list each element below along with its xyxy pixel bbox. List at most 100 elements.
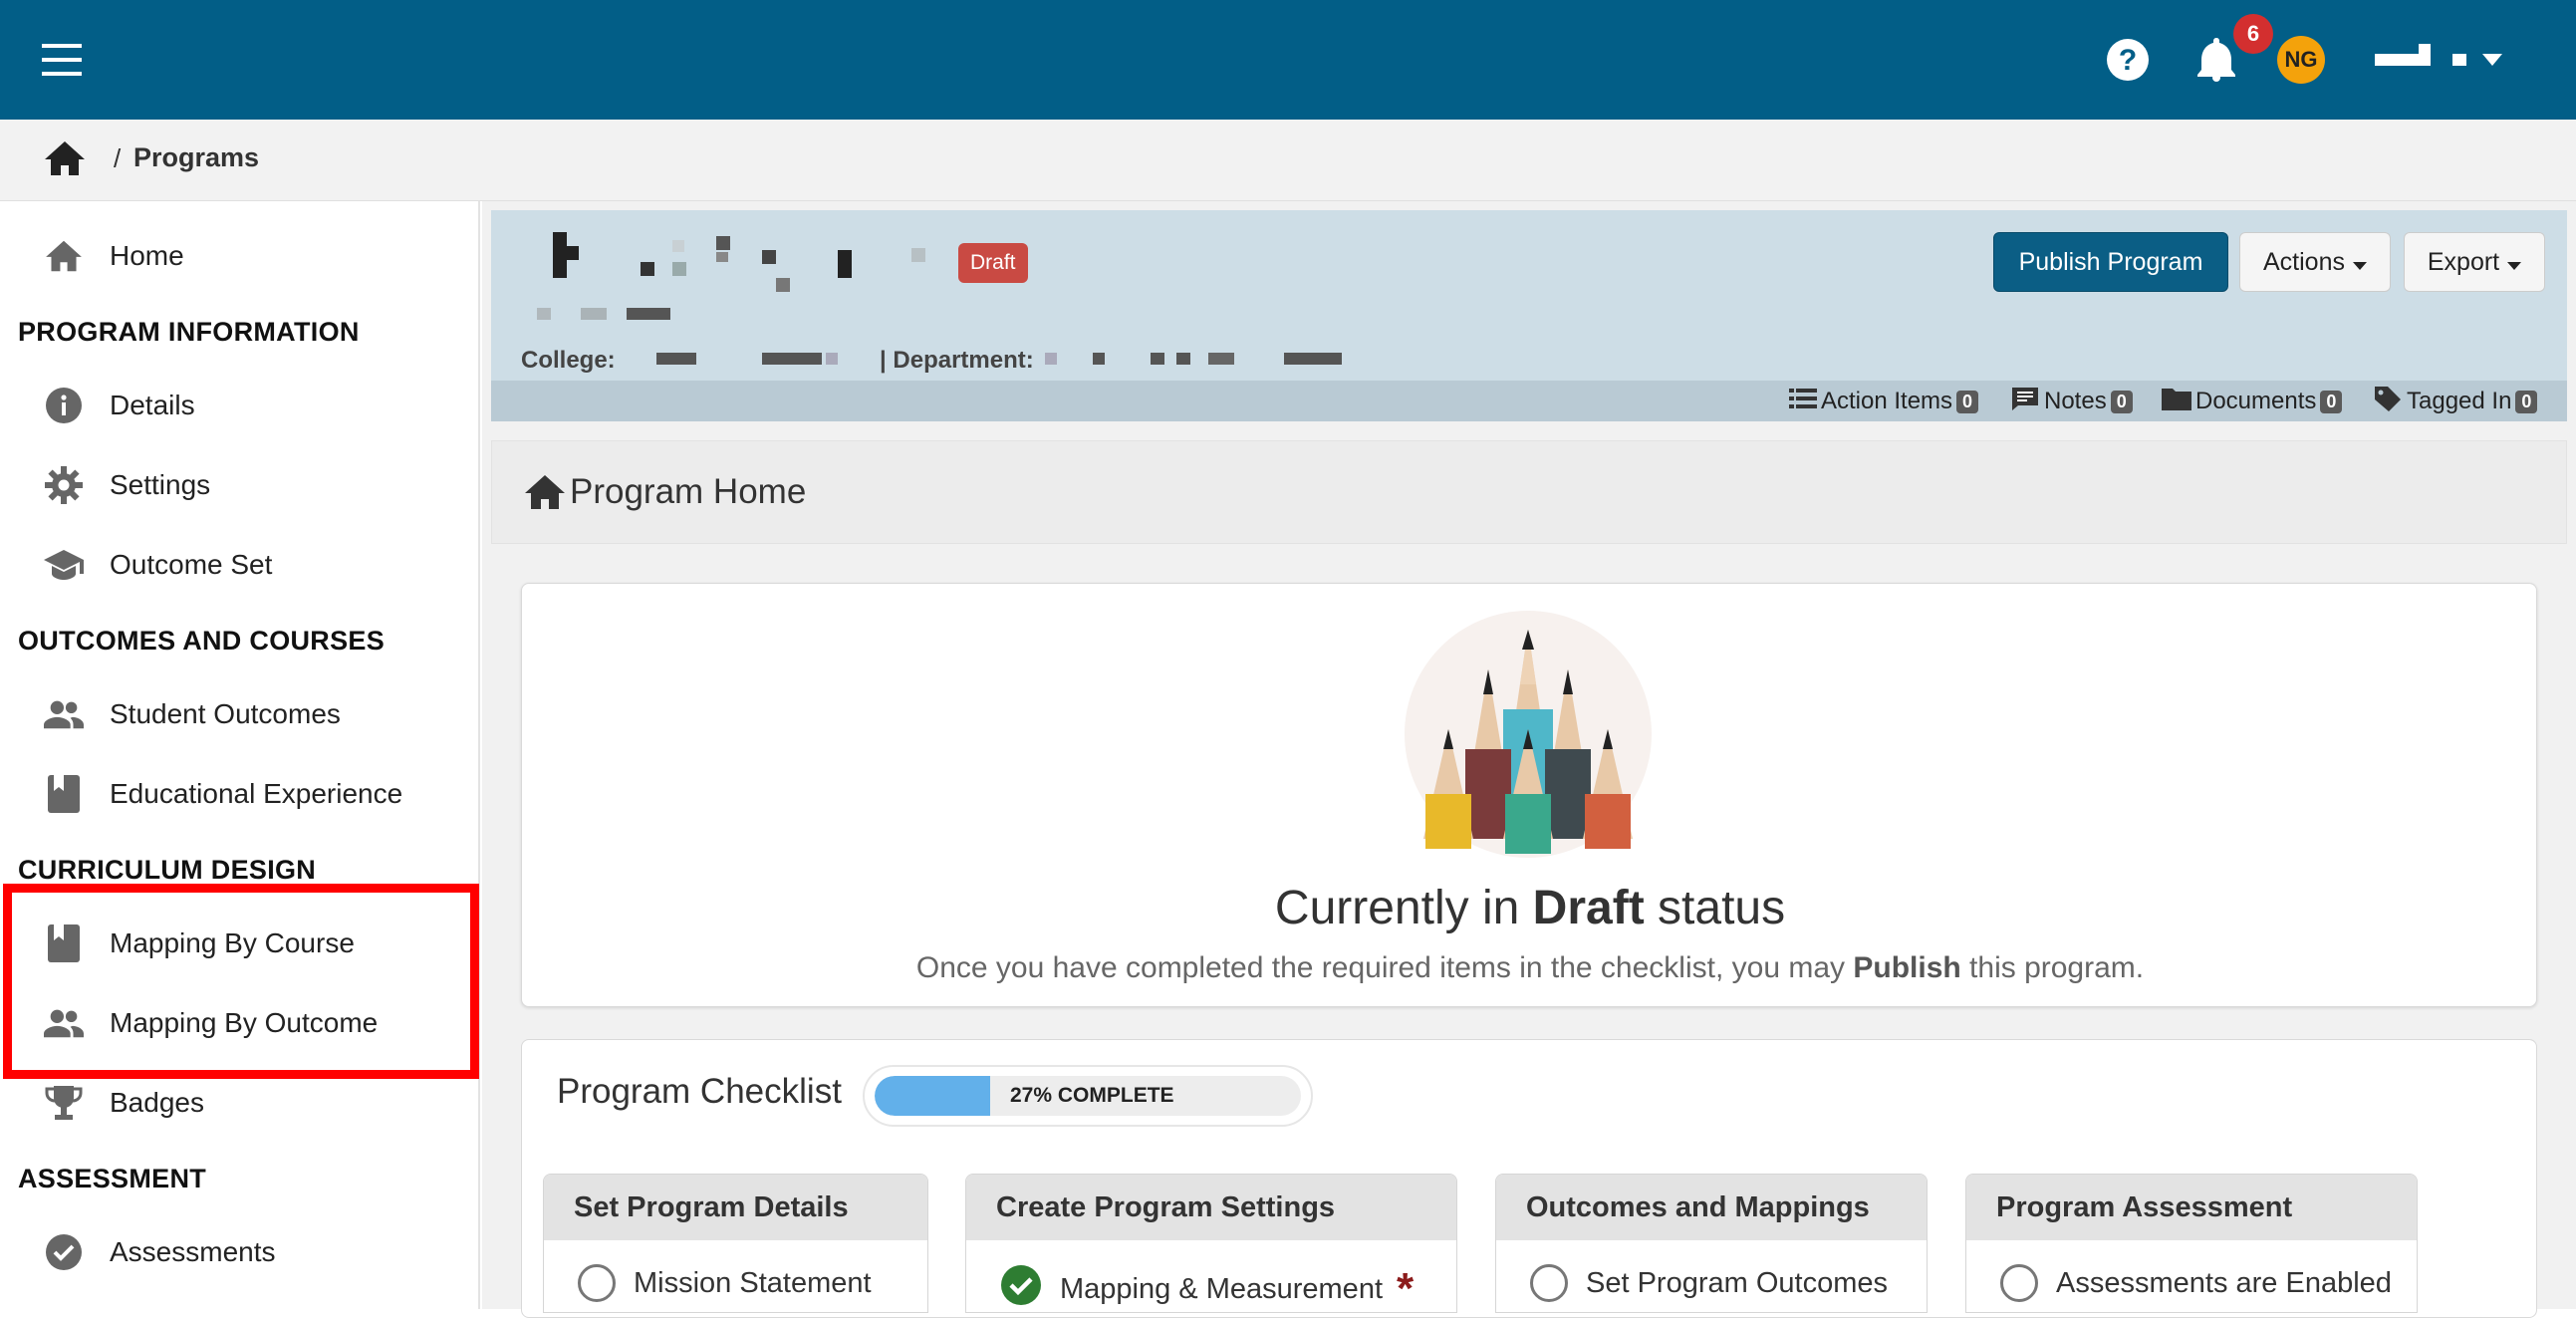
checklist-item[interactable]: Set Program Outcomes [1530,1264,1888,1302]
check-circle-icon [44,1232,84,1272]
svg-text:?: ? [2119,44,2137,77]
avatar[interactable]: NG [2277,36,2325,84]
checklist-column-title: Create Program Settings [966,1175,1456,1240]
redacted-username [2452,54,2466,66]
documents-link[interactable]: Documents 0 [2162,387,2343,417]
sidebar-item-label: Settings [110,469,211,500]
actions-dropdown-button[interactable]: Actions [2239,232,2391,292]
required-asterisk: * [1397,1264,1415,1313]
status-headline: Currently in Draft status [522,881,2538,935]
sidebar-item-label: Outcome Set [110,549,273,580]
checklist-column: Program Assessment Assessments are Enabl… [1965,1174,2418,1313]
trophy-icon [44,1083,84,1123]
checklist-progress-bar: 27% COMPLETE [863,1065,1313,1127]
sidebar-item-student-outcomes[interactable]: Student Outcomes [0,674,478,754]
status-headline-suffix: status [1658,882,1786,934]
status-subtext: Once you have completed the required ite… [522,951,2538,985]
notification-count-badge: 6 [2233,14,2273,54]
action-items-count: 0 [1956,390,1979,413]
list-icon [1789,388,1817,416]
notes-count: 0 [2110,390,2133,413]
sidebar-section-heading: ASSESSMENT [18,1164,207,1193]
redacted-username [2375,54,2419,66]
sidebar-section-heading: PROGRAM INFORMATION [18,317,360,347]
sidebar-item-settings[interactable]: Settings [0,445,478,525]
tagged-in-link[interactable]: Tagged In 0 [2373,385,2538,419]
checklist-column: Create Program Settings Mapping & Measur… [965,1174,1457,1313]
book-icon [44,774,84,814]
action-items-label: Action Items [1821,388,1953,414]
progress-label: 27% COMPLETE [1010,1084,1174,1107]
sidebar-item-label: Badges [110,1087,204,1118]
page-title-bar: Program Home [491,440,2567,544]
status-headline-prefix: Currently in [1274,882,1520,934]
publish-program-button[interactable]: Publish Program [1993,232,2228,292]
breadcrumb-separator: / [114,143,122,173]
unchecked-circle-icon [1530,1264,1568,1302]
pencils-illustration [1404,610,1653,859]
sidebar-item-label: Details [110,390,195,420]
sidebar-item-assessments[interactable]: Assessments [0,1212,478,1292]
checklist-column-title: Set Program Details [544,1175,927,1240]
gear-icon [44,465,84,505]
notes-icon [2010,386,2040,418]
hamburger-icon[interactable] [42,44,82,76]
sidebar-item-label: Educational Experience [110,778,403,809]
status-subtext-prefix: Once you have completed the required ite… [915,951,1846,984]
department-label: | Department: [880,347,1034,374]
checklist-column: Set Program Details Mission Statement [543,1174,928,1313]
user-menu[interactable] [2375,44,2504,74]
checklist-item-label: Set Program Outcomes [1586,1266,1888,1299]
status-subtext-bold: Publish [1853,951,1961,984]
page-title: Program Home [570,472,807,511]
notes-label: Notes [2044,388,2107,414]
status-headline-status: Draft [1532,882,1645,934]
actions-button-label: Actions [2263,247,2345,276]
caret-down-icon [2507,248,2522,277]
checklist-item-label: Mission Statement [634,1266,872,1299]
checklist-item-label: Assessments are Enabled [2056,1266,2392,1299]
home-icon [44,236,84,276]
unchecked-circle-icon [578,1264,616,1302]
home-icon[interactable] [44,139,86,177]
progress-fill [875,1076,990,1116]
check-circle-icon [1000,1264,1042,1312]
checklist-item[interactable]: Mapping & Measurement * [1000,1264,1415,1313]
folder-icon [2162,387,2191,417]
caret-down-icon [2482,54,2502,66]
checklist-title: Program Checklist [557,1072,842,1111]
sidebar-item-label: Assessments [110,1236,276,1267]
caret-down-icon [2352,248,2367,277]
checklist-item[interactable]: Mission Statement [578,1264,872,1302]
export-dropdown-button[interactable]: Export [2404,232,2545,292]
breadcrumb: / Programs [0,120,2576,201]
breadcrumb-current: Programs [133,142,260,172]
college-label: College: [521,347,616,374]
tagged-in-label: Tagged In [2407,388,2512,414]
documents-label: Documents [2195,388,2317,414]
sidebar-section-heading: CURRICULUM DESIGN [18,855,317,885]
status-card: Currently in Draft status Once you have … [521,583,2537,1007]
unchecked-circle-icon [2000,1264,2038,1302]
help-circle-icon[interactable]: ? [2106,38,2150,82]
sidebar-item-educational-experience[interactable]: Educational Experience [0,754,478,834]
sidebar-item-home[interactable]: Home [0,216,478,296]
sidebar-section-heading: OUTCOMES AND COURSES [18,626,386,656]
bell-icon[interactable] [2195,36,2237,82]
highlight-box [3,884,479,1079]
checklist-column-title: Outcomes and Mappings [1496,1175,1927,1240]
checklist-item-label: Mapping & Measurement [1060,1272,1383,1305]
sidebar-item-label: Student Outcomes [110,698,341,729]
people-icon [44,694,84,734]
info-icon [44,386,84,425]
sidebar-item-details[interactable]: Details [0,366,478,445]
checklist-item[interactable]: Assessments are Enabled [2000,1264,2392,1302]
sidebar-item-label: Home [110,240,184,271]
documents-count: 0 [2320,390,2343,413]
sidebar-item-outcome-set[interactable]: Outcome Set [0,525,478,605]
sidebar: Home PROGRAM INFORMATION Details Setting… [0,201,480,1309]
tag-icon [2373,385,2403,419]
top-navbar: ? 6 NG [0,0,2576,120]
action-items-link[interactable]: Action Items 0 [1789,387,1979,416]
notes-link[interactable]: Notes 0 [2010,387,2133,416]
